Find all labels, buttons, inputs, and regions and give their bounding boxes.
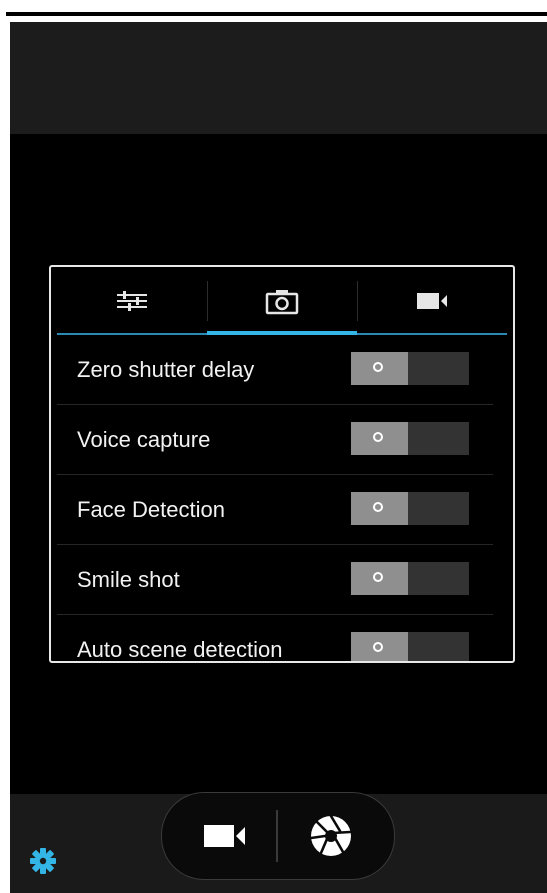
tab-general-settings[interactable] — [57, 267, 207, 335]
shutter-button[interactable] — [302, 807, 360, 865]
face-detection-toggle[interactable] — [351, 492, 469, 525]
settings-panel: Zero shutter delay Voice capture Face De… — [49, 265, 515, 663]
capture-controls — [161, 792, 395, 880]
toggle-knob — [351, 562, 408, 595]
capsule-divider — [276, 810, 278, 862]
voice-capture-toggle[interactable] — [351, 422, 469, 455]
off-indicator-icon — [373, 502, 383, 512]
video-record-button[interactable] — [190, 813, 260, 859]
setting-label: Auto scene detection — [77, 637, 283, 662]
zero-shutter-delay-toggle[interactable] — [351, 352, 469, 385]
video-camera-icon — [415, 289, 449, 318]
setting-row-auto-scene-detection: Auto scene detection — [57, 615, 493, 662]
settings-tabs — [51, 267, 513, 335]
gear-icon[interactable] — [30, 848, 56, 879]
off-indicator-icon — [373, 362, 383, 372]
camera-screen: Zero shutter delay Voice capture Face De… — [10, 22, 547, 893]
setting-label: Smile shot — [77, 567, 180, 592]
off-indicator-icon — [373, 642, 383, 652]
toggle-knob — [351, 352, 408, 385]
off-indicator-icon — [373, 432, 383, 442]
toggle-knob — [351, 632, 408, 661]
setting-row-smile-shot: Smile shot — [57, 545, 493, 615]
tab-video-settings[interactable] — [357, 267, 507, 335]
off-indicator-icon — [373, 572, 383, 582]
sliders-icon — [115, 289, 149, 318]
setting-label: Zero shutter delay — [77, 357, 255, 382]
settings-list: Zero shutter delay Voice capture Face De… — [57, 335, 493, 662]
status-area — [10, 22, 547, 134]
top-rule — [6, 12, 547, 16]
smile-shot-toggle[interactable] — [351, 562, 469, 595]
setting-row-voice-capture: Voice capture — [57, 405, 493, 475]
toggle-knob — [351, 422, 408, 455]
shutter-icon — [302, 814, 360, 869]
setting-row-face-detection: Face Detection — [57, 475, 493, 545]
setting-row-zero-shutter-delay: Zero shutter delay — [57, 335, 493, 405]
setting-label: Voice capture — [77, 427, 211, 452]
auto-scene-detection-toggle[interactable] — [351, 632, 469, 661]
camera-icon — [265, 289, 299, 320]
video-camera-icon — [190, 825, 260, 863]
tab-camera-settings[interactable] — [207, 267, 357, 335]
toggle-knob — [351, 492, 408, 525]
setting-label: Face Detection — [77, 497, 225, 522]
